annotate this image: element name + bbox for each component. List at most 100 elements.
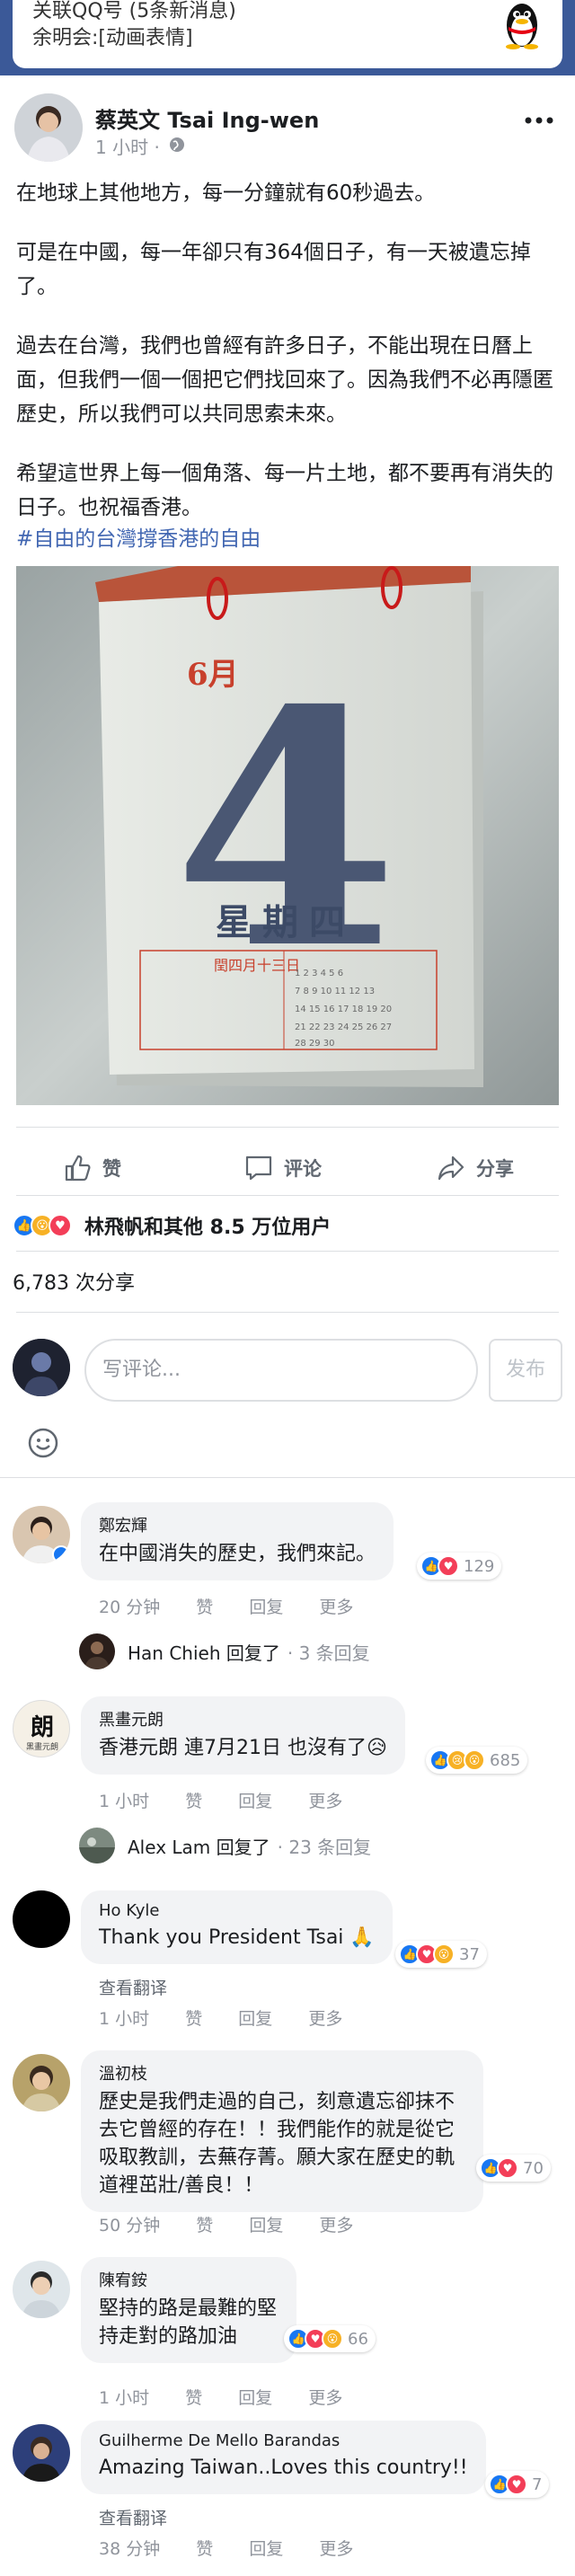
- post-time[interactable]: 1 小时 ·: [95, 133, 160, 159]
- more-options-icon[interactable]: [523, 113, 555, 128]
- commenter-name[interactable]: 鄭宏輝: [99, 1513, 376, 1536]
- comment-avatar[interactable]: 朗黑畫元朗: [13, 1700, 70, 1757]
- post-paragraph: 希望這世界上每一個角落、每一片土地，都不要再有消失的日子。也祝福香港。: [16, 462, 553, 519]
- comment-composer: 写评论... 发布: [13, 1335, 562, 1403]
- commenter-name[interactable]: 陳宥銨: [99, 2268, 279, 2291]
- post-body: 在地球上其他地方，每一分鐘就有60秒過去。 可是在中國，每一年卻只有364個日子…: [16, 176, 559, 550]
- comment-meta: 1 小时 赞 回复 更多: [99, 1788, 373, 1812]
- comment-like-link[interactable]: 赞: [185, 1792, 202, 1811]
- notification-banner[interactable]: 关联QQ号 (5条新消息) 余明会:[动画表情]: [0, 0, 575, 75]
- svg-text:7 8 9 10 11 12 13: 7 8 9 10 11 12 13: [295, 987, 375, 996]
- divider: [16, 1195, 559, 1196]
- commenter-name[interactable]: 溫初枝: [99, 2061, 465, 2085]
- love-reaction-icon: ♥: [497, 2157, 518, 2179]
- share-arrow-icon: [438, 1155, 464, 1181]
- see-translation-link[interactable]: 查看翻译: [99, 1975, 167, 1999]
- reaction-count: 37: [459, 1944, 480, 1964]
- comment-like-link[interactable]: 赞: [196, 2539, 213, 2559]
- comment-button[interactable]: 评论: [244, 1152, 322, 1184]
- comment-reactions[interactable]: 👍 ♥ 129: [417, 1553, 502, 1580]
- post-paragraph: 在地球上其他地方，每一分鐘就有60秒過去。: [16, 181, 436, 205]
- comment-time: 50 分钟: [99, 2216, 161, 2235]
- comment-reactions[interactable]: 👍 ♥ 😮 37: [395, 1941, 487, 1968]
- comment-meta: 1 小时 赞 回复 更多: [99, 2005, 373, 2030]
- comment-reactions[interactable]: 👍 ♥ 70: [476, 2155, 551, 2182]
- comment-more-link[interactable]: 更多: [319, 2216, 353, 2235]
- comment-avatar[interactable]: [13, 2424, 70, 2482]
- comment-reply-link[interactable]: 回复: [238, 1792, 272, 1811]
- comment-reactions[interactable]: 👍 ♥ 😮 66: [284, 2325, 376, 2352]
- like-button[interactable]: 赞: [63, 1152, 121, 1184]
- svg-text:1 2 3 4 5 6: 1 2 3 4 5 6: [295, 969, 343, 978]
- love-reaction-icon: ♥: [506, 2474, 527, 2495]
- post-photo[interactable]: 6月 4 星期四 閏四月十三日 1 2 3 4 5 6 7 8 9 10 11 …: [16, 566, 559, 1105]
- comment-reply-link[interactable]: 回复: [249, 1598, 283, 1617]
- comment-time: 1 小时: [99, 1792, 150, 1811]
- comment-text: 堅持的路是最難的堅持走對的路加油: [99, 2297, 278, 2348]
- comment-label: 评论: [284, 1158, 322, 1180]
- post-paragraph: 過去在台灣，我們也曾經有許多日子，不能出現在日曆上面，但我們一個一個把它們找回來…: [16, 334, 553, 426]
- divider: [0, 1477, 575, 1478]
- comment-bubble[interactable]: 溫初枝 歷史是我們走過的自己，刻意遺忘卻抹不去它曾經的存在！！我們能作的就是從它…: [81, 2050, 483, 2212]
- hashtag-link[interactable]: #自由的台灣撐香港的自由: [16, 521, 261, 552]
- comment-more-link[interactable]: 更多: [308, 2388, 342, 2408]
- comment-like-link[interactable]: 赞: [185, 2388, 202, 2408]
- reply-author: Han Chieh 回复了: [128, 1642, 280, 1664]
- comment-bubble[interactable]: 鄭宏輝 在中國消失的歷史，我們來記。: [81, 1502, 394, 1580]
- comment-bubble[interactable]: 陳宥銨 堅持的路是最難的堅持走對的路加油: [81, 2257, 296, 2363]
- emoji-icon[interactable]: [27, 1427, 59, 1459]
- comment-like-link[interactable]: 赞: [185, 2009, 202, 2029]
- reaction-count: 66: [348, 2329, 368, 2349]
- comment-like-link[interactable]: 赞: [196, 2216, 213, 2235]
- share-count[interactable]: 6,783 次分享: [13, 1267, 135, 1296]
- reply-thread[interactable]: Han Chieh 回复了 · 3 条回复: [79, 1633, 370, 1669]
- divider: [16, 1127, 559, 1128]
- comment-reactions[interactable]: 👍 ♥ 7: [485, 2471, 550, 2498]
- author-name[interactable]: 蔡英文 Tsai Ing-wen: [95, 102, 319, 134]
- comment-more-link[interactable]: 更多: [308, 2009, 342, 2029]
- reaction-count: 129: [464, 1556, 495, 1576]
- see-translation-link[interactable]: 查看翻译: [99, 2505, 167, 2529]
- reply-avatar: [79, 1828, 115, 1863]
- comment-avatar[interactable]: [13, 1890, 70, 1948]
- notification-card[interactable]: 关联QQ号 (5条新消息) 余明会:[动画表情]: [13, 0, 562, 68]
- svg-text:14 15 16 17 18 19 20: 14 15 16 17 18 19 20: [295, 1005, 392, 1014]
- divider: [16, 1251, 559, 1252]
- comment-more-link[interactable]: 更多: [319, 1598, 353, 1617]
- comment-meta: 1 小时 赞 回复 更多: [99, 2385, 373, 2409]
- comment-bubble[interactable]: 黑畫元朗 香港元朗 連7月21日 也沒有了😥: [81, 1696, 405, 1775]
- comment-input[interactable]: 写评论...: [84, 1339, 478, 1402]
- reply-author: Alex Lam 回复了: [128, 1836, 270, 1858]
- comment-reply-link[interactable]: 回复: [238, 2009, 272, 2029]
- comment-reply-link[interactable]: 回复: [238, 2388, 272, 2408]
- globe-icon: [170, 137, 184, 152]
- publish-button[interactable]: 发布: [489, 1339, 562, 1402]
- user-avatar: [13, 1339, 70, 1396]
- comment-text: 香港元朗 連7月21日 也沒有了😥: [99, 1737, 387, 1759]
- reactions-summary-text: 林飛帆和其他 8.5 万位用户: [84, 1217, 332, 1239]
- comment-like-link[interactable]: 赞: [196, 1598, 213, 1617]
- comment-bubble[interactable]: Guilherme De Mello Barandas Amazing Taiw…: [81, 2421, 486, 2494]
- reactions-summary[interactable]: 👍 😮 ♥ 林飛帆和其他 8.5 万位用户: [13, 1209, 331, 1242]
- comment-text: 歷史是我們走過的自己，刻意遺忘卻抹不去它曾經的存在！！我們能作的就是從它吸取教訓…: [99, 2091, 456, 2197]
- share-button[interactable]: 分享: [437, 1152, 514, 1184]
- author-avatar[interactable]: [14, 93, 83, 162]
- commenter-name[interactable]: 黑畫元朗: [99, 1707, 387, 1731]
- commenter-name[interactable]: Ho Kyle: [99, 1901, 375, 1920]
- wow-reaction-icon: 😮: [322, 2328, 343, 2350]
- comment-bubble[interactable]: Ho Kyle Thank you President Tsai 🙏: [81, 1890, 393, 1964]
- comment-reactions[interactable]: 👍 😢 😮 685: [426, 1747, 528, 1774]
- comment-meta: 20 分钟 赞 回复 更多: [99, 1594, 384, 1618]
- notification-title: 关联QQ号 (5条新消息): [32, 0, 236, 22]
- commenter-name[interactable]: Guilherme De Mello Barandas: [99, 2431, 468, 2450]
- comment-avatar[interactable]: [13, 2054, 70, 2111]
- comment-more-link[interactable]: 更多: [319, 2539, 353, 2559]
- comment-avatar[interactable]: [13, 1506, 70, 1563]
- comment-reply-link[interactable]: 回复: [249, 2216, 283, 2235]
- comment-avatar[interactable]: [13, 2261, 70, 2318]
- comment-meta: 38 分钟 赞 回复 更多: [99, 2536, 384, 2560]
- comment-reply-link[interactable]: 回复: [249, 2539, 283, 2559]
- comment-more-link[interactable]: 更多: [308, 1792, 342, 1811]
- reply-thread[interactable]: Alex Lam 回复了 · 23 条回复: [79, 1828, 371, 1863]
- post-header: 蔡英文 Tsai Ing-wen 1 小时 ·: [14, 93, 561, 165]
